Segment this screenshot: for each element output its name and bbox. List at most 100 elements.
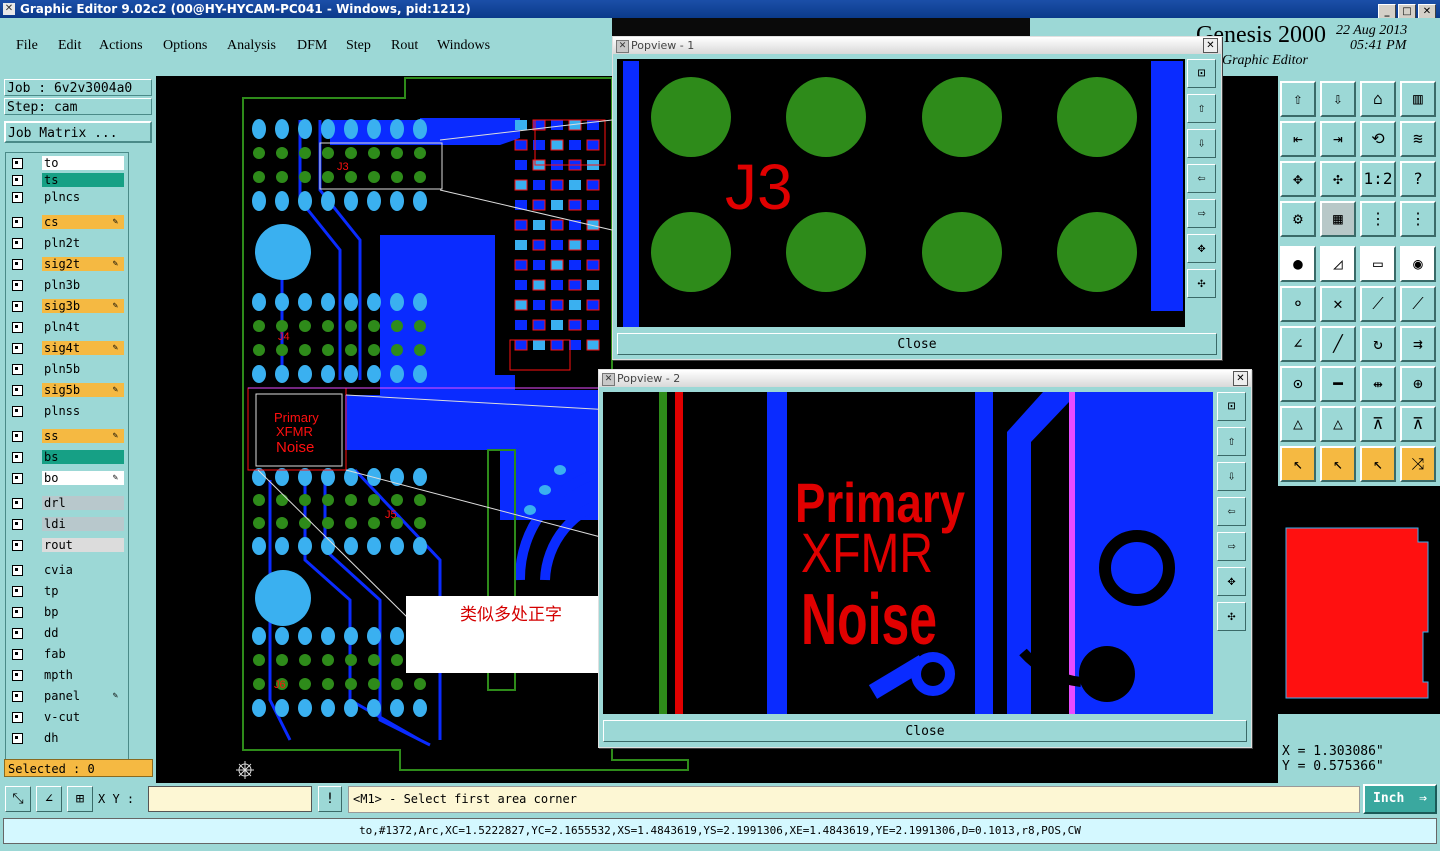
- layer-checkbox[interactable]: [12, 406, 23, 417]
- layer-name[interactable]: cvia: [42, 563, 124, 577]
- layer-name[interactable]: plnss: [42, 404, 124, 418]
- menu-analysis[interactable]: Analysis: [227, 38, 276, 54]
- pv1-pan-right-icon[interactable]: ⇨: [1187, 199, 1216, 228]
- layer-row-pln4t[interactable]: pln4t: [8, 320, 126, 335]
- layer-row-pln5b[interactable]: pln5b: [8, 362, 126, 377]
- units-selector[interactable]: Inch ⇒: [1363, 784, 1437, 814]
- popview-1-close-button[interactable]: Close: [617, 333, 1217, 355]
- menu-actions[interactable]: Actions: [99, 38, 143, 54]
- layer-name[interactable]: rout: [42, 538, 124, 552]
- draw-arrow-icon[interactable]: ⟋: [1360, 286, 1396, 322]
- ruler-icon[interactable]: ▭: [1360, 246, 1396, 282]
- circle-icon[interactable]: ◉: [1400, 246, 1436, 282]
- alert-icon[interactable]: !: [318, 786, 342, 812]
- layer-name[interactable]: sig5b ✎: [42, 383, 124, 397]
- layers-b-icon[interactable]: ⋮: [1400, 201, 1436, 237]
- layer-row-pln2t[interactable]: pln2t: [8, 236, 126, 251]
- scale-icon[interactable]: 1:2: [1360, 161, 1396, 197]
- layer-row-plnss[interactable]: plnss: [8, 404, 126, 419]
- popview-2-close-icon[interactable]: ✕: [1233, 371, 1248, 386]
- layer-row-panel[interactable]: panel ✎: [8, 689, 126, 704]
- pv1-zoom-out-icon[interactable]: ✥: [1187, 234, 1216, 263]
- layer-name[interactable]: ss ✎: [42, 429, 124, 443]
- pv2-pan-down-icon[interactable]: ⇩: [1217, 462, 1246, 491]
- layer-checkbox[interactable]: [12, 586, 23, 597]
- zoom-down-icon[interactable]: ⇩: [1320, 81, 1356, 117]
- zoom-out-icon[interactable]: ✥: [1280, 161, 1316, 197]
- xy-input[interactable]: [148, 786, 312, 812]
- layer-checkbox[interactable]: [12, 649, 23, 660]
- home-icon[interactable]: ⌂: [1360, 81, 1396, 117]
- layer-name[interactable]: tp: [42, 584, 124, 598]
- pv1-zoom-home-icon[interactable]: ⊡: [1187, 59, 1216, 88]
- layer-row-bp[interactable]: bp: [8, 605, 126, 620]
- layer-name[interactable]: pln2t: [42, 236, 124, 250]
- help-icon[interactable]: ?: [1400, 161, 1436, 197]
- measure-icon[interactable]: ⇹: [1360, 366, 1396, 402]
- layer-checkbox[interactable]: [12, 259, 23, 270]
- layer-row-to[interactable]: to: [8, 156, 126, 171]
- popview-1-close-icon[interactable]: ✕: [1203, 38, 1218, 53]
- layer-row-sig5b[interactable]: sig5b ✎: [8, 383, 126, 398]
- move-icon[interactable]: ⤨: [1400, 446, 1436, 482]
- layer-row-bo[interactable]: bo ✎: [8, 471, 126, 486]
- connect-icon[interactable]: ⚬: [1280, 286, 1316, 322]
- snap-tool-icon[interactable]: ⤡: [5, 786, 31, 812]
- layer-checkbox[interactable]: [12, 364, 23, 375]
- layer-row-pln3b[interactable]: pln3b: [8, 278, 126, 293]
- layer-row-dd[interactable]: dd: [8, 626, 126, 641]
- menu-windows[interactable]: Windows: [437, 38, 490, 54]
- layer-row-sig2t[interactable]: sig2t ✎: [8, 257, 126, 272]
- pan-right-icon[interactable]: ⇥: [1320, 121, 1356, 157]
- layer-checkbox[interactable]: [12, 175, 23, 186]
- layer-row-plncs[interactable]: plncs: [8, 190, 126, 205]
- layer-name[interactable]: ts: [42, 173, 124, 187]
- layer-checkbox[interactable]: [12, 691, 23, 702]
- layer-name[interactable]: pln3b: [42, 278, 124, 292]
- layer-row-cvia[interactable]: cvia: [8, 563, 126, 578]
- layer-checkbox[interactable]: [12, 452, 23, 463]
- layer-row-bs[interactable]: bs: [8, 450, 126, 465]
- popview-2-view[interactable]: Primary XFMR Noise: [603, 392, 1213, 714]
- select-icon[interactable]: ↖: [1320, 446, 1356, 482]
- layer-row-drl[interactable]: drl: [8, 496, 126, 511]
- layer-checkbox[interactable]: [12, 712, 23, 723]
- group-icon[interactable]: ⊕: [1400, 366, 1436, 402]
- layer-checkbox[interactable]: [12, 158, 23, 169]
- triangle-4-icon[interactable]: ⊼: [1400, 406, 1436, 442]
- triangle-2-icon[interactable]: △: [1320, 406, 1356, 442]
- layer-name[interactable]: sig4t ✎: [42, 341, 124, 355]
- pv1-pan-down-icon[interactable]: ⇩: [1187, 129, 1216, 158]
- menu-edit[interactable]: Edit: [58, 38, 81, 54]
- layer-checkbox[interactable]: [12, 670, 23, 681]
- select-pad-icon[interactable]: ⊙: [1280, 366, 1316, 402]
- pan-left-icon[interactable]: ⇤: [1280, 121, 1316, 157]
- line-icon[interactable]: ╱: [1320, 326, 1356, 362]
- layer-name[interactable]: fab: [42, 647, 124, 661]
- measure-tool-icon[interactable]: ∠: [36, 786, 62, 812]
- layer-name[interactable]: sig3b ✎: [42, 299, 124, 313]
- layer-name[interactable]: cs ✎: [42, 215, 124, 229]
- layer-name[interactable]: pln5b: [42, 362, 124, 376]
- layer-checkbox[interactable]: [12, 301, 23, 312]
- layer-checkbox[interactable]: [12, 431, 23, 442]
- layer-row-tp[interactable]: tp: [8, 584, 126, 599]
- layer-checkbox[interactable]: [12, 343, 23, 354]
- grid-tool-icon[interactable]: ⊞: [67, 786, 93, 812]
- layer-row-ts[interactable]: ts: [8, 173, 126, 188]
- layer-checkbox[interactable]: [12, 280, 23, 291]
- layer-row-cs[interactable]: cs ✎: [8, 215, 126, 230]
- layer-checkbox[interactable]: [12, 192, 23, 203]
- layer-name[interactable]: bs: [42, 450, 124, 464]
- layer-checkbox[interactable]: [12, 238, 23, 249]
- layer-name[interactable]: to: [42, 156, 124, 170]
- triangle-1-icon[interactable]: △: [1280, 406, 1316, 442]
- layer-name[interactable]: plncs: [42, 190, 124, 204]
- zoom-in-icon[interactable]: ✣: [1320, 161, 1356, 197]
- layer-checkbox[interactable]: [12, 607, 23, 618]
- layer-name[interactable]: panel ✎: [42, 689, 124, 703]
- layer-row-ss[interactable]: ss ✎: [8, 429, 126, 444]
- layer-name[interactable]: drl: [42, 496, 124, 510]
- layer-name[interactable]: bp: [42, 605, 124, 619]
- pv1-pan-left-icon[interactable]: ⇦: [1187, 164, 1216, 193]
